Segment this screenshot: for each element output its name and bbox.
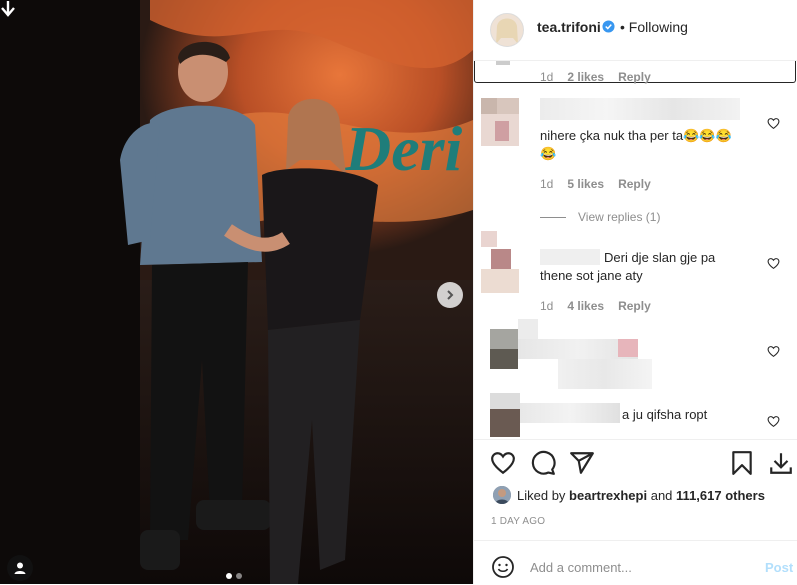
comment-like-heart-icon[interactable]	[767, 415, 780, 428]
avatar-pixel	[495, 121, 509, 141]
post-username[interactable]: tea.trifoni	[537, 19, 601, 35]
comment-like-heart-icon[interactable]	[767, 345, 780, 358]
bookmark-icon[interactable]	[729, 450, 755, 476]
comment-avatar[interactable]	[481, 231, 497, 247]
comment-time: 1d	[540, 177, 554, 191]
verified-icon	[602, 20, 615, 33]
comment-avatar[interactable]	[490, 329, 518, 349]
user-tag-icon	[14, 562, 26, 574]
avatar-pixel	[497, 98, 519, 114]
liked-by-and: and	[650, 487, 673, 503]
carousel-next-button[interactable]	[437, 282, 463, 308]
post-photo[interactable]: Deri	[0, 0, 473, 584]
comment-likes[interactable]: 4 likes	[567, 299, 604, 313]
comment-text: a ju qifsha ropt	[622, 407, 708, 422]
avatar-image	[491, 14, 523, 46]
carousel-indicator	[226, 573, 242, 579]
avatar-pixel	[518, 319, 538, 339]
reply-button[interactable]: Reply	[618, 299, 651, 313]
post-date[interactable]: 1 DAY AGO	[491, 516, 545, 527]
avatar-pixel	[491, 249, 511, 269]
comment-avatar[interactable]	[481, 98, 497, 114]
comment-like-heart-icon[interactable]	[767, 117, 780, 130]
avatar-pixel	[490, 349, 518, 369]
share-icon[interactable]	[569, 450, 595, 476]
comment-likes[interactable]: 2 likes	[567, 70, 604, 84]
liked-by-user[interactable]: beartrexhepi	[569, 488, 647, 503]
download-icon[interactable]	[768, 450, 794, 476]
post-actions	[474, 438, 797, 488]
comment-time: 1d	[540, 70, 554, 84]
carousel-dot	[236, 573, 242, 579]
avatar-pixel	[490, 409, 520, 437]
comment-icon[interactable]	[530, 450, 556, 476]
separator-dot: •	[620, 19, 625, 35]
liker-avatar[interactable]	[493, 486, 511, 504]
liked-by-prefix: Liked by	[517, 487, 566, 503]
comment-meta: 1d 2 likes Reply	[540, 70, 651, 84]
user-tag-button[interactable]	[7, 555, 33, 581]
emoji-icon[interactable]	[491, 555, 515, 579]
comment-likes[interactable]: 5 likes	[567, 177, 604, 191]
comment-avatar-fragment	[496, 61, 510, 65]
liker-avatar-image	[493, 486, 511, 504]
heart-icon[interactable]	[490, 450, 516, 476]
view-replies-label: View replies (1)	[578, 210, 661, 224]
avatar-pixel	[618, 339, 638, 357]
likes-count[interactable]: 111,617 others	[676, 488, 765, 503]
post-side-panel: tea.trifoni • Following 1d 2 likes Reply…	[473, 0, 797, 584]
post-comment-button[interactable]: Post	[765, 560, 793, 575]
following-status[interactable]: • Following	[620, 19, 688, 35]
comment-text: Deri dje slan gje pa thene sot jane aty	[540, 250, 716, 283]
comment-avatar[interactable]	[490, 393, 520, 409]
chevron-right-icon	[447, 290, 454, 300]
post-header: tea.trifoni • Following	[474, 0, 797, 60]
reply-button[interactable]: Reply	[618, 70, 651, 84]
comment-meta: 1d 4 likes Reply	[540, 299, 651, 313]
down-arrow-icon[interactable]	[0, 0, 16, 18]
replies-divider	[540, 216, 566, 218]
photo-image: Deri	[0, 0, 473, 584]
comment-time: 1d	[540, 299, 554, 313]
censored-username	[540, 98, 740, 120]
comment-text: nihere çka nuk tha per ta😂😂😂😂	[540, 128, 732, 161]
following-button[interactable]: Following	[629, 19, 688, 35]
censored-username	[520, 403, 620, 423]
carousel-dot-active	[226, 573, 232, 579]
reply-button[interactable]: Reply	[618, 177, 651, 191]
comment-meta: 1d 5 likes Reply	[540, 177, 651, 191]
comment-like-heart-icon[interactable]	[767, 257, 780, 270]
view-replies-button[interactable]: View replies (1)	[540, 210, 660, 224]
sign-text: Deri	[344, 113, 463, 184]
comments-list[interactable]: 1d 2 likes Reply nihere çka nuk tha per …	[474, 60, 797, 440]
avatar-pixel	[481, 269, 519, 293]
comment-input[interactable]: Add a comment...	[530, 560, 632, 575]
censored-comment-text	[558, 359, 652, 389]
add-comment-bar: Add a comment... Post	[474, 540, 797, 585]
avatar[interactable]	[490, 13, 524, 47]
likes-summary: Liked by beartrexhepi and 111,617 others	[493, 484, 765, 506]
